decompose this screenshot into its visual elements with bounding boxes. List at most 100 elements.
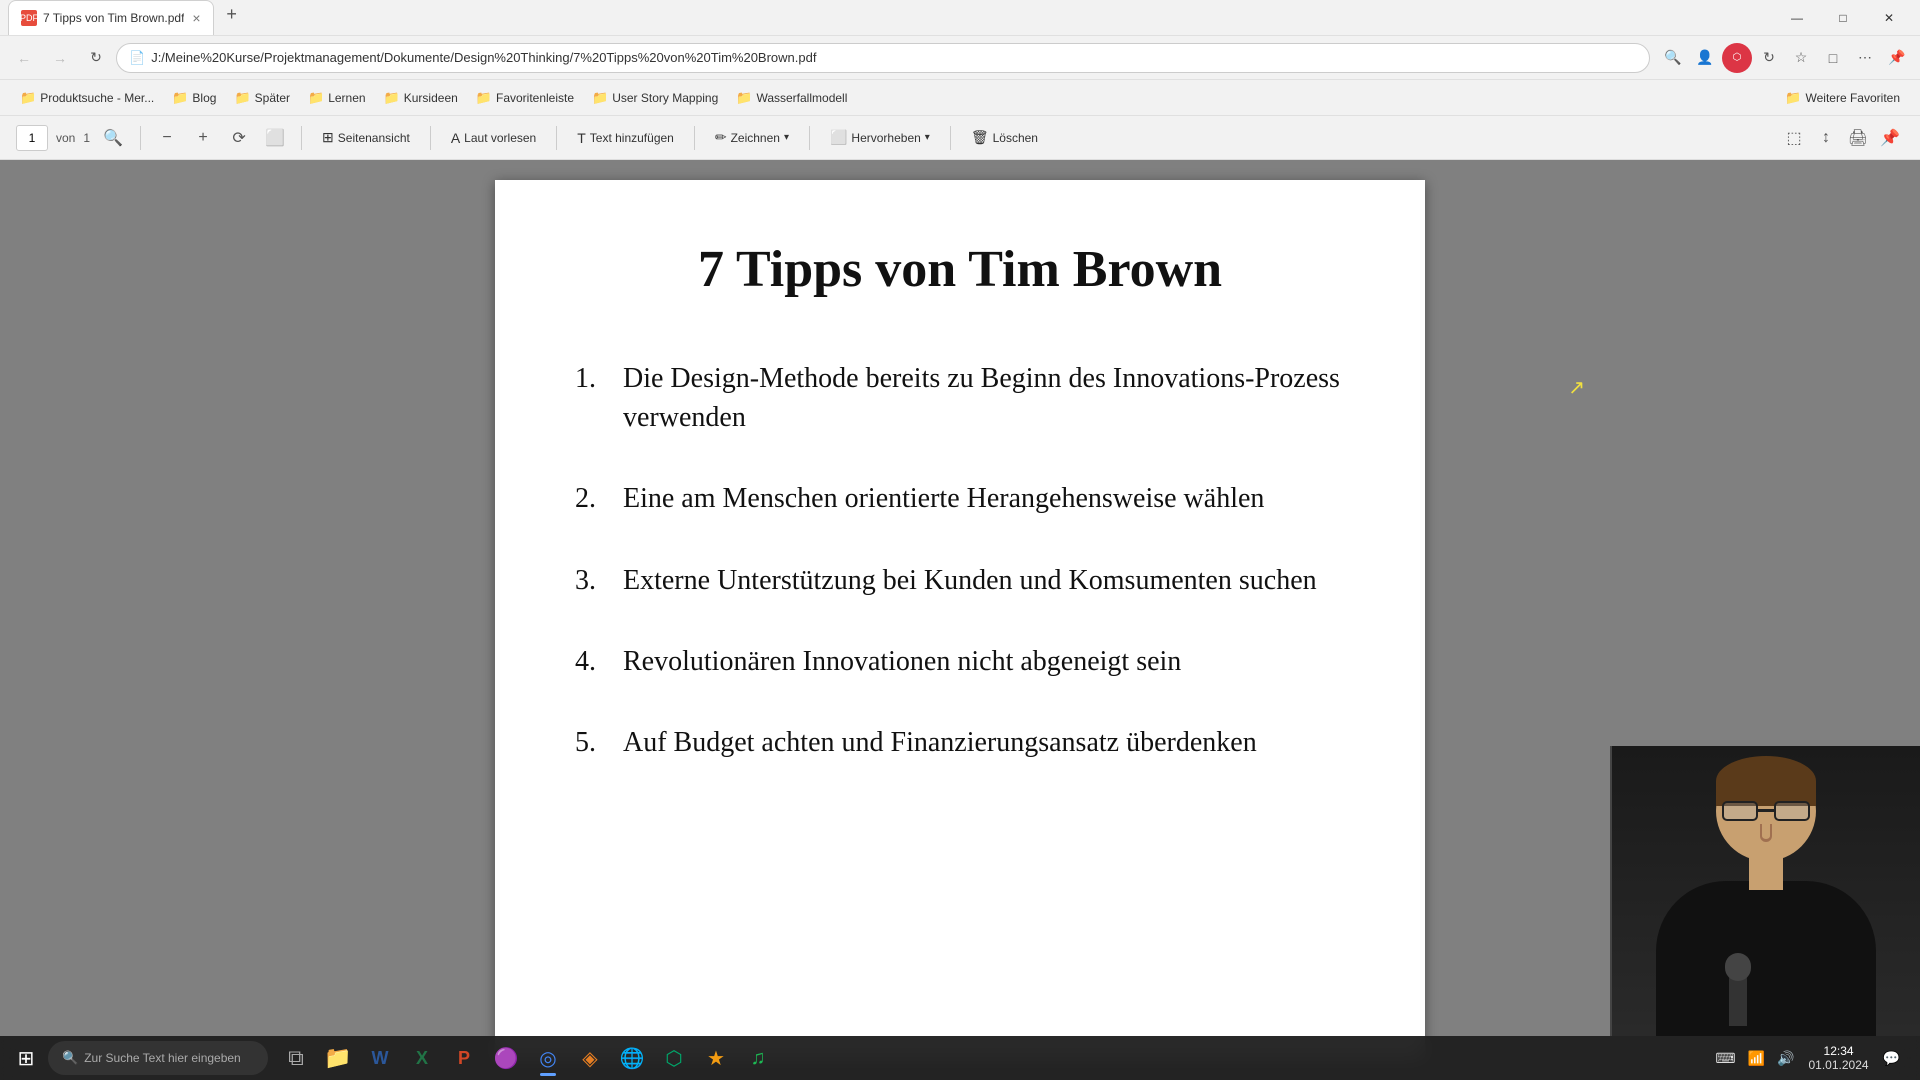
maximize-button[interactable]: □ <box>1820 0 1866 36</box>
word-icon: W <box>372 1048 389 1069</box>
taskbar-app-word[interactable]: W <box>360 1038 400 1078</box>
folder-icon: 📁 <box>592 90 608 106</box>
toolbar-icon-4[interactable]: 📌 <box>1876 124 1904 152</box>
extensions-icon[interactable]: ⬡ <box>1722 43 1752 73</box>
folder-icon: 📁 <box>234 90 250 106</box>
favorites-icon[interactable]: ☆ <box>1786 43 1816 73</box>
toolbar-divider-5 <box>694 126 695 150</box>
text-add-icon: T <box>577 130 586 146</box>
custom1-icon: 🟣 <box>494 1046 519 1071</box>
laut-vorlesen-button[interactable]: A Laut vorlesen <box>443 126 544 150</box>
pdf-search-button[interactable]: 🔍 <box>98 123 128 153</box>
taskbar-app-explorer[interactable]: 📁 <box>318 1038 358 1078</box>
profile-icon[interactable]: 👤 <box>1690 43 1720 73</box>
bookmark-label: Blog <box>192 91 216 105</box>
taskbar: ⊞ 🔍 Zur Suche Text hier eingeben ⧉ 📁 W X… <box>0 1036 1920 1080</box>
taskbar-app-app9[interactable]: ⬡ <box>654 1038 694 1078</box>
taskbar-app-app10[interactable]: ★ <box>696 1038 736 1078</box>
refresh-icon2[interactable]: ↻ <box>1754 43 1784 73</box>
bookmark-favoritenleiste[interactable]: 📁 Favoritenleiste <box>468 87 582 109</box>
folder-icon: 📁 <box>736 90 752 106</box>
active-tab[interactable]: PDF 7 Tipps von Tim Brown.pdf × <box>8 0 214 35</box>
taskbar-app-custom1[interactable]: 🟣 <box>486 1038 526 1078</box>
taskbar-app-taskview[interactable]: ⧉ <box>276 1038 316 1078</box>
taskbar-search-box[interactable]: 🔍 Zur Suche Text hier eingeben <box>48 1041 268 1075</box>
pin-icon[interactable]: 📌 <box>1882 43 1912 73</box>
bookmark-label: Kursideen <box>404 91 458 105</box>
taskbar-search-icon: 🔍 <box>62 1050 78 1066</box>
page-number-input[interactable] <box>16 125 48 151</box>
folder-icon: 📁 <box>308 90 324 106</box>
toolbar-divider-7 <box>950 126 951 150</box>
list-item: 3. Externe Unterstützung bei Kunden und … <box>575 561 1345 600</box>
list-number: 5. <box>575 723 623 762</box>
bookmark-kursideen[interactable]: 📁 Kursideen <box>376 87 466 109</box>
forward-button[interactable]: → <box>44 42 76 74</box>
taskbar-app-ppt[interactable]: P <box>444 1038 484 1078</box>
minimize-button[interactable]: — <box>1774 0 1820 36</box>
taskbar-app-spotify[interactable]: ♫ <box>738 1038 778 1078</box>
toolbar-icon-1[interactable]: ⬚ <box>1780 124 1808 152</box>
tab-title: 7 Tipps von Tim Brown.pdf <box>43 11 184 25</box>
search-icon[interactable]: 🔍 <box>1658 43 1688 73</box>
more-bookmarks-button[interactable]: 📁 Weitere Favoriten <box>1777 87 1908 109</box>
bookmark-produktsuche[interactable]: 📁 Produktsuche - Mer... <box>12 87 162 109</box>
excel-icon: X <box>416 1048 428 1069</box>
taskbar-app-app8[interactable]: 🌐 <box>612 1038 652 1078</box>
task-view-icon: ⧉ <box>288 1045 304 1071</box>
zoom-out-button[interactable]: − <box>153 124 181 152</box>
fit-page-button[interactable]: ⬜ <box>261 124 289 152</box>
back-button[interactable]: ← <box>8 42 40 74</box>
list-number: 3. <box>575 561 623 600</box>
bookmark-label: Produktsuche - Mer... <box>40 91 154 105</box>
hervorheben-button[interactable]: ⬜ Hervorheben ▾ <box>822 125 938 150</box>
zoom-in-button[interactable]: + <box>189 124 217 152</box>
new-tab-button[interactable]: + <box>218 0 246 28</box>
bookmark-blog[interactable]: 📁 Blog <box>164 87 224 109</box>
pdf-title: 7 Tipps von Tim Brown <box>575 240 1345 299</box>
taskbar-app-chrome[interactable]: ◎ <box>528 1038 568 1078</box>
address-field[interactable]: 📄 J:/Meine%20Kurse/Projektmanagement/Dok… <box>116 43 1650 73</box>
bookmark-user-story-mapping[interactable]: 📁 User Story Mapping <box>584 87 726 109</box>
title-bar: PDF 7 Tipps von Tim Brown.pdf × + — □ ✕ <box>0 0 1920 36</box>
app10-icon: ★ <box>707 1046 725 1071</box>
close-button[interactable]: ✕ <box>1866 0 1912 36</box>
toolbar-divider-2 <box>301 126 302 150</box>
text-hinzufugen-button[interactable]: T Text hinzufügen <box>569 126 682 150</box>
list-item: 5. Auf Budget achten und Finanzierungsan… <box>575 723 1345 762</box>
zoom-reset-button[interactable]: ⟳ <box>225 124 253 152</box>
loschen-button[interactable]: 🗑 Löschen <box>963 125 1046 150</box>
webcam-overlay <box>1610 746 1920 1036</box>
toolbar-icon-3[interactable]: 🖨 <box>1844 124 1872 152</box>
seitenansicht-button[interactable]: ⊞ Seitenansicht <box>314 125 418 150</box>
bookmark-spater[interactable]: 📁 Später <box>226 87 298 109</box>
zeichnen-button[interactable]: ✏ Zeichnen ▾ <box>707 125 797 150</box>
clock[interactable]: 12:34 01.01.2024 <box>1803 1042 1875 1074</box>
refresh-button[interactable]: ↻ <box>80 42 112 74</box>
collections-icon[interactable]: □ <box>1818 43 1848 73</box>
taskbar-app-app7[interactable]: ◈ <box>570 1038 610 1078</box>
toolbar-icon-2[interactable]: ↕ <box>1812 124 1840 152</box>
list-text: Revolutionären Innovationen nicht abgene… <box>623 642 1181 681</box>
folder-icon: 📁 <box>20 90 36 106</box>
window-controls: — □ ✕ <box>1774 0 1912 36</box>
taskbar-app-excel[interactable]: X <box>402 1038 442 1078</box>
volume-icon[interactable]: 🔊 <box>1773 1046 1798 1071</box>
bookmark-lernen[interactable]: 📁 Lernen <box>300 87 374 109</box>
bookmark-label: Lernen <box>328 91 365 105</box>
toolbar-divider-4 <box>556 126 557 150</box>
folder-icon: 📁 <box>476 90 492 106</box>
network-icon[interactable]: 📶 <box>1744 1046 1769 1071</box>
list-number: 4. <box>575 642 623 681</box>
tab-close-button[interactable]: × <box>192 10 200 26</box>
notification-icon[interactable]: 💬 <box>1879 1046 1904 1071</box>
start-button[interactable]: ⊞ <box>8 1040 44 1076</box>
ppt-icon: P <box>458 1048 470 1069</box>
bookmark-wasserfallmodell[interactable]: 📁 Wasserfallmodell <box>728 87 855 109</box>
settings-icon[interactable]: ⋯ <box>1850 43 1880 73</box>
list-text: Die Design-Methode bereits zu Beginn des… <box>623 359 1345 437</box>
app9-icon: ⬡ <box>665 1046 682 1071</box>
pdf-toolbar: von 1 🔍 − + ⟳ ⬜ ⊞ Seitenansicht A Laut v… <box>0 116 1920 160</box>
keyboard-icon[interactable]: ⌨ <box>1711 1046 1739 1071</box>
windows-icon: ⊞ <box>18 1046 35 1071</box>
